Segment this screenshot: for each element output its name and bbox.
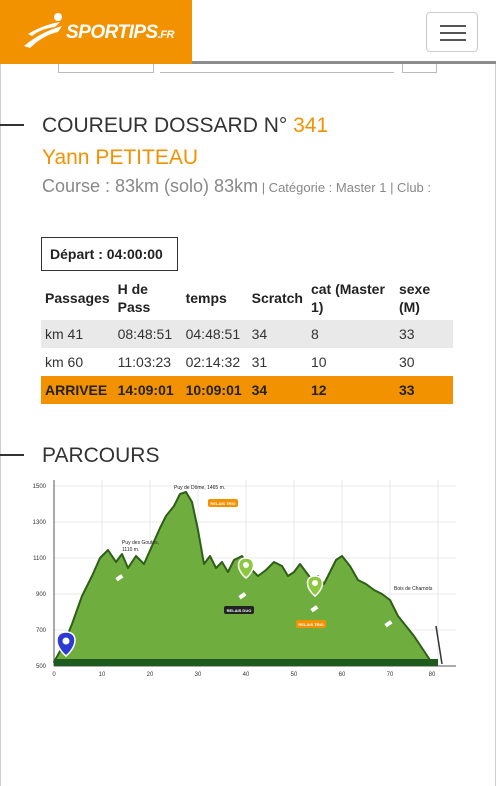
finish-flag-icon: [435, 625, 443, 665]
table-cell: 33: [394, 376, 453, 404]
column-header: H de Pass: [117, 280, 151, 315]
hamburger-menu-icon: [440, 25, 466, 27]
site-header: SPORTIPS.FR: [0, 0, 496, 64]
relay-badge-label: RELAIS TRIO: [298, 622, 323, 627]
table-cell: km 60: [45, 354, 84, 370]
hamburger-line: [440, 32, 466, 34]
goutes-altitude-label: 1110 m.: [122, 547, 139, 553]
table-cell: 08:48:51: [113, 320, 182, 348]
table-cell: 34: [247, 320, 307, 348]
table-row: km 41 08:48:51 04:48:51 34 8 33: [41, 320, 453, 348]
y-tick-label: 1300: [33, 520, 47, 526]
column-header: cat (Master 1): [310, 280, 385, 315]
x-tick-label: 70: [387, 672, 394, 678]
section-dash: [0, 124, 24, 126]
elevation-profile-image: 1500 1300 1100 900 700 500 0 10 20 30 40…: [33, 480, 456, 678]
table-cell: 8: [306, 320, 395, 348]
x-tick-label: 60: [339, 672, 346, 678]
table-cell: 34: [247, 376, 307, 404]
course-label: Course : 83km (solo) 83km: [42, 176, 259, 196]
table-cell: 12: [306, 376, 395, 404]
y-tick-label: 900: [36, 592, 47, 598]
logo-text: SPORTIPS.FR: [66, 22, 174, 43]
runner-logo-icon: [24, 13, 62, 48]
scrolled-input[interactable]: [160, 64, 394, 73]
x-tick-label: 0: [52, 672, 56, 678]
runner-name: Yann PETITEAU: [42, 146, 199, 169]
table-row: km 60 11:03:23 02:14:32 31 10 30: [41, 348, 453, 376]
runner-heading: COUREUR DOSSARD N° 341: [42, 114, 328, 138]
column-header: Passages: [45, 289, 110, 306]
y-tick-label: 700: [36, 628, 47, 634]
bib-number: 341: [293, 114, 329, 137]
x-tick-label: 80: [429, 672, 436, 678]
table-cell: 10: [310, 354, 327, 370]
table-row-finish: ARRIVEE 14:09:01 10:09:01 34 12 33: [41, 376, 453, 404]
table-cell: 02:14:32: [185, 354, 241, 370]
sportips-logo[interactable]: SPORTIPS.FR: [0, 0, 192, 64]
table-cell: ARRIVEE: [41, 376, 114, 404]
table-cell: 11:03:23: [117, 354, 172, 370]
hamburger-line: [440, 39, 466, 41]
goutes-label: Puy des Goutes,: [122, 540, 159, 546]
table-cell: 14:09:01: [113, 376, 182, 404]
course-info: Course : 83km (solo) 83km | Catégorie : …: [42, 176, 431, 197]
scrolled-control[interactable]: [58, 64, 154, 73]
column-header: temps: [185, 289, 227, 306]
table-cell: 31: [251, 354, 268, 370]
summit-label: Puy de Dôme, 1465 m.: [174, 485, 225, 491]
x-tick-label: 20: [147, 672, 154, 678]
column-header: Scratch: [251, 289, 303, 306]
x-tick-label: 50: [291, 672, 298, 678]
start-time-box: Départ : 04:00:00: [41, 237, 178, 271]
y-tick-label: 1500: [33, 484, 47, 490]
page-border-left: [0, 64, 1, 786]
relay-badge-label: RELAIS DUO: [227, 608, 252, 613]
ground-band: [54, 659, 438, 666]
table-cell: 33: [394, 320, 453, 348]
relay-badge-label: RELAIS TRIO: [210, 501, 235, 506]
charnots-label: Bois de Charnots: [394, 586, 433, 592]
table-cell: 30: [398, 354, 415, 370]
column-header: sexe (M): [398, 280, 431, 315]
section-dash: [0, 454, 24, 456]
hamburger-menu-button[interactable]: [426, 12, 478, 52]
scrolled-button[interactable]: [402, 64, 437, 73]
x-tick-label: 30: [195, 672, 202, 678]
table-cell: km 41: [41, 320, 114, 348]
table-header-row: Passages H de Pass temps Scratch cat (Ma…: [41, 275, 453, 320]
course-meta: | Catégorie : Master 1 | Club :: [258, 180, 432, 195]
y-tick-label: 500: [36, 664, 47, 670]
runner-heading-label: COUREUR DOSSARD N°: [42, 114, 288, 137]
x-tick-label: 10: [99, 672, 106, 678]
x-tick-label: 40: [243, 672, 250, 678]
passages-table: Passages H de Pass temps Scratch cat (Ma…: [41, 275, 453, 404]
y-tick-label: 1100: [33, 556, 47, 562]
parcours-heading: PARCOURS: [42, 444, 160, 467]
table-cell: 04:48:51: [181, 320, 248, 348]
table-cell: 10:09:01: [181, 376, 248, 404]
